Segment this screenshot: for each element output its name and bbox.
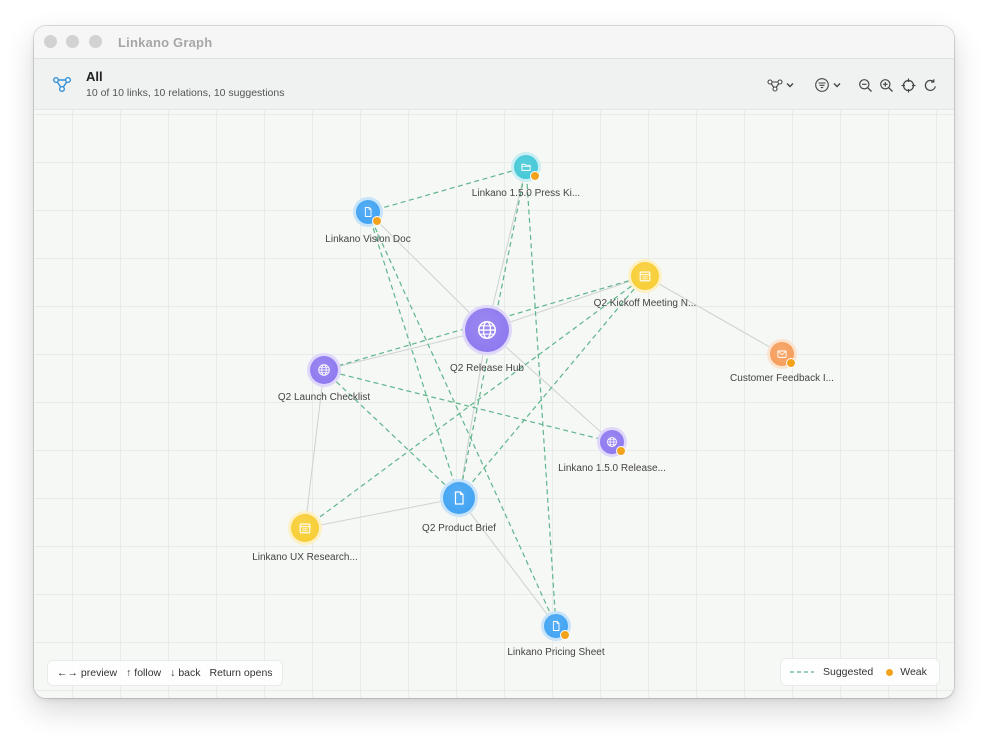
relation-edge-kickoff-feedback [644, 275, 783, 355]
zoom-window-button[interactable] [89, 35, 102, 48]
graph-node-label-checklist: Q2 Launch Checklist [277, 392, 371, 403]
graph-canvas[interactable]: Q2 Release Hub Linkano Vision Doc Linkano … [34, 110, 954, 698]
graph-node-brief[interactable] [443, 482, 475, 514]
zoom-out-icon [859, 78, 872, 92]
graph-legend: Suggested Weak [781, 659, 939, 685]
keyboard-hints: ←→ preview ↑ follow ↓ back Return opens [48, 661, 282, 685]
graph-node-feedback[interactable] [770, 342, 796, 368]
graph-node-label-feedback: Customer Feedback I... [730, 373, 834, 384]
document-icon [454, 491, 464, 505]
scope-title: All [86, 69, 103, 84]
legend-weak-label: Weak [900, 666, 927, 678]
graph-node-label-pricing: Linkano Pricing Sheet [507, 647, 605, 658]
chevron-down-icon [833, 83, 841, 88]
reload-button[interactable] [923, 76, 938, 94]
calendar-icon [639, 271, 651, 282]
graph-node-label-brief: Q2 Product Brief [422, 523, 496, 534]
close-window-button[interactable] [44, 35, 57, 48]
graph-node-vision[interactable] [356, 200, 382, 226]
graph-header: All 10 of 10 links, 10 relations, 10 sug… [34, 59, 954, 110]
relation-edge-hub-release [486, 329, 613, 443]
graph-node-label-ux: Linkano UX Research... [252, 552, 358, 563]
document-icon [552, 621, 560, 631]
reload-icon [924, 78, 936, 91]
weak-indicator-dot [616, 446, 626, 456]
graph-node-release[interactable] [600, 430, 626, 456]
minimize-window-button[interactable] [66, 35, 79, 48]
globe-icon [607, 437, 617, 447]
layout-menu-button[interactable] [767, 76, 795, 94]
scope-summary: 10 of 10 links, 10 relations, 10 suggest… [86, 87, 285, 99]
legend-suggested-label: Suggested [823, 666, 874, 678]
zoom-in-button[interactable] [879, 76, 894, 94]
graph-node-ux[interactable] [291, 514, 319, 542]
globe-icon [318, 364, 330, 376]
document-icon [364, 207, 372, 217]
zoom-in-icon [880, 78, 893, 92]
recenter-icon [901, 78, 916, 92]
globe-icon [477, 320, 497, 340]
relation-edge-hub-vision [367, 211, 488, 331]
graph-node-press[interactable] [514, 155, 540, 181]
filter-menu-button[interactable] [814, 76, 842, 94]
recenter-button[interactable] [901, 76, 916, 94]
graph-icon [53, 77, 71, 92]
folder-icon [521, 163, 531, 171]
weak-indicator-dot [560, 630, 570, 640]
graph-node-label-release: Linkano 1.5.0 Release... [558, 463, 666, 474]
suggested-edge-vision-pricing [367, 211, 557, 627]
graph-node-kickoff[interactable] [631, 262, 659, 290]
hint-back: ↓ back [170, 667, 201, 679]
hint-return: Return opens [209, 667, 273, 679]
graph-node-label-vision: Linkano Vision Doc [325, 234, 411, 245]
weak-dot-swatch [886, 668, 894, 676]
filter-icon [815, 78, 829, 92]
mail-icon [777, 350, 787, 358]
layout-icon [767, 79, 783, 92]
suggested-line-swatch [790, 671, 814, 673]
hint-follow: ↑ follow [126, 667, 162, 679]
calendar-icon [299, 523, 311, 534]
weak-indicator-dot [786, 358, 796, 368]
app-window: Linkano Graph All 10 of 10 links, 10 rel… [34, 26, 954, 698]
graph-node-pricing[interactable] [544, 614, 570, 640]
chevron-down-icon [786, 83, 794, 88]
graph-node-label-hub: Q2 Release Hub [450, 363, 524, 374]
graph-node-checklist[interactable] [310, 356, 338, 384]
hint-preview: ←→ preview [57, 667, 118, 679]
zoom-out-button[interactable] [858, 76, 873, 94]
graph-node-hub[interactable] [465, 308, 509, 352]
relation-edge-hub-brief [458, 329, 488, 499]
graph-node-label-press: Linkano 1.5.0 Press Ki... [471, 188, 581, 199]
window-title: Linkano Graph [118, 35, 213, 50]
weak-indicator-dot [530, 171, 540, 181]
title-bar: Linkano Graph [34, 26, 954, 59]
relation-edge-brief-pricing [458, 497, 557, 627]
suggested-edge-press-pricing [525, 166, 557, 627]
weak-indicator-dot [372, 216, 382, 226]
graph-node-label-kickoff: Q2 Kickoff Meeting N... [593, 298, 697, 309]
